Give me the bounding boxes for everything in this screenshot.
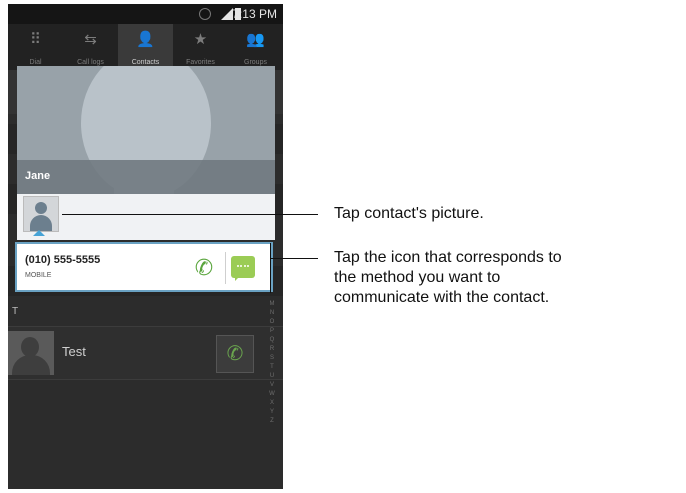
tab-dial[interactable]: ⠿ Dial	[8, 24, 63, 70]
popup-contact-name: Jane	[25, 170, 51, 182]
contact-picture-icon[interactable]	[23, 196, 59, 232]
alphabet-letter[interactable]: N	[267, 309, 277, 318]
selected-indicator	[33, 230, 45, 236]
call-icon[interactable]: ✆	[191, 255, 217, 281]
callout-method-line: the method you want to	[334, 269, 501, 286]
tab-call-logs[interactable]: ⇆ Call logs	[63, 24, 118, 70]
alphabet-letter[interactable]: X	[267, 399, 277, 408]
call-logs-icon: ⇆	[84, 31, 97, 48]
callout-method: Tap the icon that corresponds to the met…	[334, 248, 562, 308]
alphabet-letter[interactable]: O	[267, 318, 277, 327]
alphabet-index[interactable]: MNOPQRSTUVWXYZ	[267, 300, 277, 426]
alphabet-letter[interactable]: R	[267, 345, 277, 354]
tab-groups[interactable]: 👥 Groups	[228, 24, 283, 70]
star-icon: ★	[193, 31, 208, 48]
contact-list-item[interactable]: Test ✆	[8, 326, 283, 380]
mute-icon	[199, 8, 211, 20]
status-bar: 7:13 PM	[8, 4, 283, 24]
alphabet-letter[interactable]: Q	[267, 336, 277, 345]
alphabet-letter[interactable]: M	[267, 300, 277, 309]
contact-name: Test	[62, 344, 86, 359]
callout-bracket	[270, 243, 271, 293]
callout-method-line: Tap the icon that corresponds to	[334, 249, 562, 266]
alphabet-letter[interactable]: U	[267, 372, 277, 381]
callout-line-method	[270, 258, 318, 259]
phone-action-row: (010) 555-5555 MOBILE ✆	[15, 242, 273, 292]
callout-picture: Tap contact's picture.	[334, 205, 484, 222]
section-letter: T	[12, 306, 19, 317]
tab-contacts[interactable]: 👤 Contacts	[118, 24, 173, 70]
contact-thumbnail[interactable]	[8, 331, 54, 375]
dialpad-icon: ⠿	[30, 31, 41, 48]
alphabet-letter[interactable]: V	[267, 381, 277, 390]
tab-bar: ⠿ Dial ⇆ Call logs 👤 Contacts ★ Favorite…	[8, 24, 283, 70]
message-icon[interactable]	[231, 256, 255, 281]
alphabet-letter[interactable]: W	[267, 390, 277, 399]
popup-source-bar	[17, 194, 275, 240]
groups-icon: 👥	[246, 31, 265, 48]
call-icon[interactable]: ✆	[216, 335, 254, 373]
phone-number: (010) 555-5555	[25, 254, 101, 266]
alphabet-letter[interactable]: P	[267, 327, 277, 336]
signal-icon	[221, 8, 233, 20]
alphabet-letter[interactable]: S	[267, 354, 277, 363]
alphabet-letter[interactable]: Z	[267, 417, 277, 426]
divider	[225, 252, 226, 284]
callout-line-picture	[62, 214, 318, 215]
quick-contact-popup: Jane (010) 555-5555 MOBILE ✆	[15, 66, 275, 292]
callout-method-line: communicate with the contact.	[334, 289, 550, 306]
alphabet-letter[interactable]: T	[267, 363, 277, 372]
tab-favorites[interactable]: ★ Favorites	[173, 24, 228, 70]
phone-type: MOBILE	[25, 272, 52, 279]
contact-photo[interactable]: Jane	[17, 66, 275, 194]
alphabet-letter[interactable]: Y	[267, 408, 277, 417]
status-time: 7:13 PM	[232, 7, 277, 21]
contacts-icon: 👤	[136, 31, 155, 48]
